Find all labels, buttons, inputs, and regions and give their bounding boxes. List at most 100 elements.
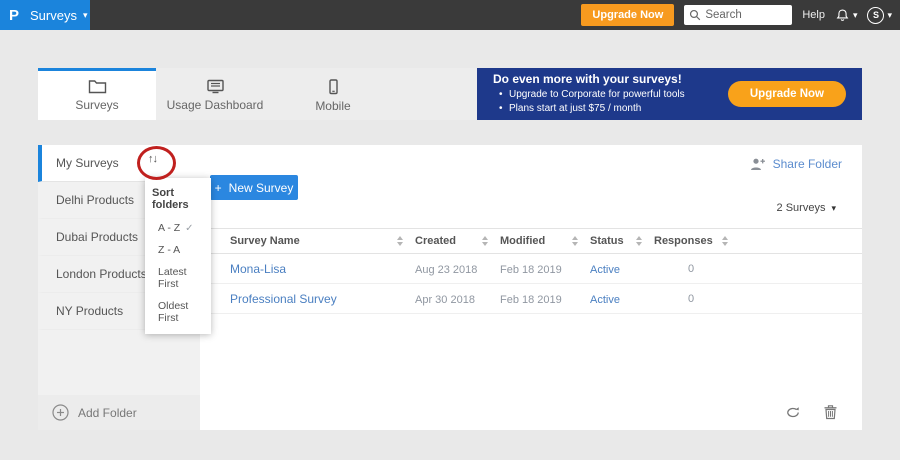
chevron-down-icon: ▾ xyxy=(887,9,892,20)
top-bar-right: Upgrade Now Help ▾ S ▾ xyxy=(581,4,900,26)
promo-bullet: Plans start at just $75 / month xyxy=(493,102,685,117)
folder-label: London Products xyxy=(56,267,147,281)
sort-arrows-icon xyxy=(482,236,488,246)
upgrade-now-button[interactable]: Upgrade Now xyxy=(581,4,675,26)
created-date: Aug 23 2018 xyxy=(415,263,478,276)
sort-menu-title: Sort folders xyxy=(152,187,189,211)
header-label: Responses xyxy=(654,235,713,247)
notifications-menu[interactable]: ▾ xyxy=(835,8,858,23)
promo-bullet: Upgrade to Corporate for powerful tools xyxy=(493,88,685,103)
tab-surveys[interactable]: Surveys xyxy=(38,68,156,120)
promo-title: Do even more with your surveys! xyxy=(493,71,682,86)
modified-date: Feb 18 2019 xyxy=(500,263,562,276)
sort-option-latest-first[interactable]: Latest First xyxy=(145,261,211,295)
new-survey-label: New Survey xyxy=(228,180,294,195)
sort-folders-menu: Sort folders A - Z ✓ Z - A Latest First … xyxy=(145,178,211,334)
status-badge[interactable]: Active xyxy=(590,294,620,306)
plus-icon: + xyxy=(214,180,222,195)
card-actions xyxy=(785,404,838,420)
header-label: Survey Name xyxy=(230,235,300,247)
check-icon: ✓ xyxy=(185,222,194,234)
top-bar: P Surveys ▾ Upgrade Now Help ▾ xyxy=(0,0,900,30)
bell-icon xyxy=(836,9,849,21)
plus-circle-icon xyxy=(52,404,69,421)
folder-icon xyxy=(88,80,106,94)
banner-upgrade-button[interactable]: Upgrade Now xyxy=(727,81,846,107)
survey-count-dropdown[interactable]: 2 Surveys ▾ xyxy=(777,202,836,214)
sort-arrows-icon xyxy=(572,236,578,246)
add-folder-button[interactable]: Add Folder xyxy=(38,395,200,430)
table-row: Mona-Lisa Aug 23 2018 Feb 18 2019 Active… xyxy=(200,254,862,284)
tab-usage-dashboard[interactable]: Usage Dashboard xyxy=(156,68,274,120)
responses-count: 0 xyxy=(688,262,695,275)
header-label: Status xyxy=(590,235,624,247)
tab-mobile[interactable]: Mobile xyxy=(274,68,392,120)
sort-option-label: A - Z xyxy=(158,222,181,234)
tab-label: Surveys xyxy=(75,98,119,112)
surveys-panel: My Surveys Delhi Products Dubai Products… xyxy=(38,145,862,430)
share-folder-button[interactable]: Share Folder xyxy=(749,157,842,171)
folder-label: My Surveys xyxy=(56,156,119,170)
account-menu[interactable]: S ▾ xyxy=(867,6,892,24)
sort-folders-icon[interactable]: ↑↓ xyxy=(148,153,158,165)
trash-icon[interactable] xyxy=(823,404,838,420)
add-folder-label: Add Folder xyxy=(78,405,137,420)
sort-option-label: Oldest First xyxy=(158,300,189,324)
sort-option-oldest-first[interactable]: Oldest First xyxy=(145,295,211,329)
header-label: Created xyxy=(415,235,456,247)
search-box[interactable] xyxy=(684,5,793,25)
tab-band: Surveys Usage Dashboard Mobile Do even m… xyxy=(38,68,862,120)
table-header-row: Survey Name Created Modified Status Resp… xyxy=(200,228,862,254)
help-link[interactable]: Help xyxy=(802,9,825,21)
header-label: Modified xyxy=(500,235,546,247)
sort-option-a-z[interactable]: A - Z ✓ xyxy=(145,217,211,239)
surveys-page: P Surveys ▾ Upgrade Now Help ▾ xyxy=(0,0,900,460)
promo-banner: Do even more with your surveys! Upgrade … xyxy=(477,68,862,120)
promo-text: Do even more with your surveys! Upgrade … xyxy=(477,72,685,117)
survey-name-link[interactable]: Professional Survey xyxy=(230,292,337,306)
header-responses[interactable]: Responses xyxy=(654,235,740,247)
surveys-table: Survey Name Created Modified Status Resp… xyxy=(200,228,862,314)
sort-arrows-icon xyxy=(397,236,403,246)
share-folder-label: Share Folder xyxy=(772,157,842,171)
table-row: Professional Survey Apr 30 2018 Feb 18 2… xyxy=(200,284,862,314)
chevron-down-icon: ▾ xyxy=(831,202,836,213)
search-icon xyxy=(690,9,701,21)
search-input[interactable] xyxy=(705,9,786,21)
sort-option-z-a[interactable]: Z - A xyxy=(145,239,211,261)
sort-arrows-icon xyxy=(636,236,642,246)
tab-label: Mobile xyxy=(315,98,351,113)
header-created[interactable]: Created xyxy=(415,235,500,247)
header-survey-name[interactable]: Survey Name xyxy=(230,235,415,247)
chevron-down-icon: ▾ xyxy=(852,9,858,20)
promo-bullet-list: Upgrade to Corporate for powerful tools … xyxy=(493,88,685,117)
sort-option-label: Z - A xyxy=(158,244,181,256)
tab-strip: Surveys Usage Dashboard Mobile xyxy=(38,68,477,120)
survey-name-link[interactable]: Mona-Lisa xyxy=(230,262,286,276)
app-switcher-menu[interactable]: Surveys ▾ xyxy=(30,8,88,23)
sort-option-label: Latest First xyxy=(158,266,187,290)
sort-arrows-icon xyxy=(722,236,728,246)
folder-label: Dubai Products xyxy=(56,230,139,244)
sidebar-item-my-surveys[interactable]: My Surveys xyxy=(38,145,200,182)
chevron-down-icon: ▾ xyxy=(82,9,88,20)
responses-count: 0 xyxy=(688,292,695,305)
brand-block: P Surveys ▾ xyxy=(0,0,90,30)
header-status[interactable]: Status xyxy=(590,235,654,247)
survey-count-label: 2 Surveys xyxy=(776,202,826,214)
share-person-icon xyxy=(750,158,765,170)
mobile-icon xyxy=(328,78,338,94)
proprofs-logo-icon: P xyxy=(9,6,20,24)
restore-icon[interactable] xyxy=(785,406,801,419)
header-modified[interactable]: Modified xyxy=(500,235,590,247)
app-switcher-label: Surveys xyxy=(30,7,77,23)
dashboard-icon xyxy=(206,79,224,94)
status-badge[interactable]: Active xyxy=(590,264,620,276)
modified-date: Feb 18 2019 xyxy=(500,293,562,306)
created-date: Apr 30 2018 xyxy=(415,293,475,306)
tab-label: Usage Dashboard xyxy=(166,98,264,112)
new-survey-button[interactable]: + New Survey xyxy=(210,175,298,200)
folder-label: NY Products xyxy=(56,304,124,318)
avatar: S xyxy=(867,6,885,24)
folder-label: Delhi Products xyxy=(56,193,135,207)
